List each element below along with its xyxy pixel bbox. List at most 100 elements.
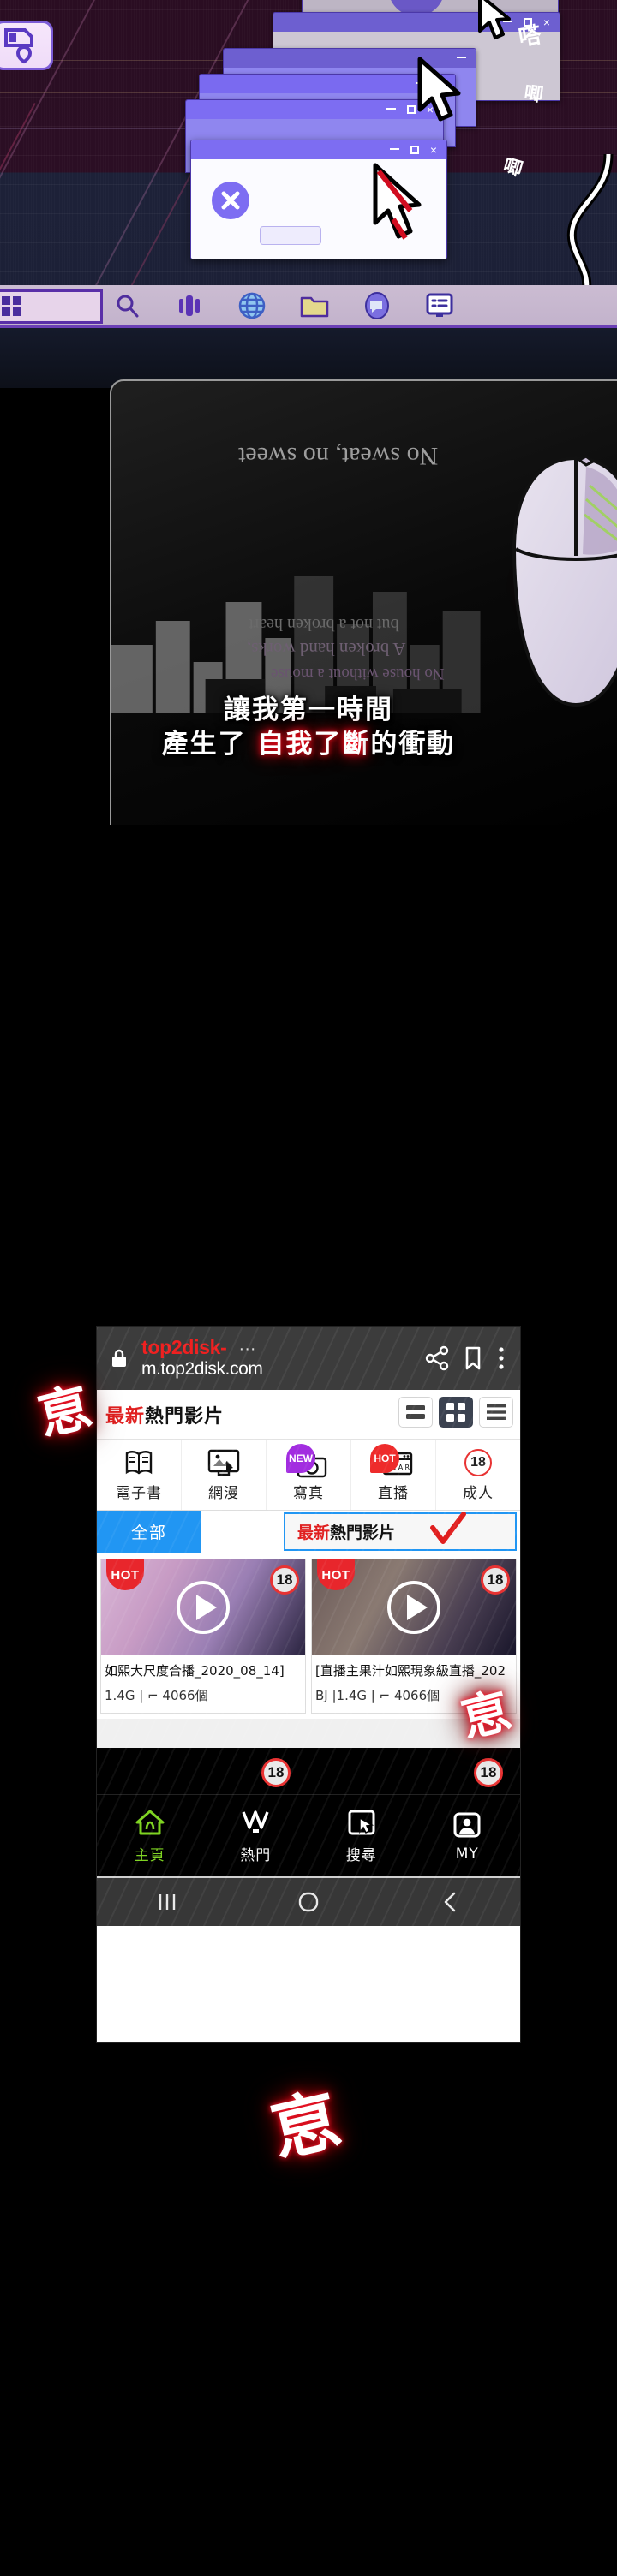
close-icon[interactable]: × [430,144,437,156]
video-card[interactable]: HOT 18 如熙大尺度合播_2020_08_14] 1.4G | ⌐ 4066… [100,1559,306,1714]
new-badge: NEW [286,1444,315,1473]
mouse-cursor-white-2 [416,57,469,128]
bottom-nav-hot[interactable]: 熱門 [203,1795,309,1876]
webtoon-icon [207,1447,240,1478]
chat-icon[interactable] [360,289,394,323]
list-icon[interactable] [422,289,457,323]
page-header: 最新熱門影片 [97,1390,520,1440]
video-thumbnail[interactable]: HOT 18 [101,1559,305,1655]
page-header-title-red: 最新 [105,1404,146,1427]
category-label: 電子書 [116,1485,162,1502]
mouse-cursor-red [371,163,431,247]
hot-badge: HOT [317,1559,355,1590]
rating-18-label: 18 [464,1449,492,1476]
video-thumbnail[interactable]: HOT 18 [312,1559,516,1655]
lock-icon [112,1349,126,1367]
apps-icon[interactable] [172,289,207,323]
overflow-menu-icon[interactable] [496,1345,506,1371]
folder-icon[interactable] [297,289,332,323]
profile-icon [452,1810,482,1840]
error-x-icon [212,182,249,219]
rating-18-badge: 18 [270,1565,299,1595]
category-label: 網漫 [208,1485,239,1502]
bookmark-icon[interactable] [460,1345,486,1371]
floating-rating-badge: 18 [261,1758,291,1787]
menu-view-icon[interactable] [479,1397,513,1428]
page-header-title: 最新熱門影片 [105,1401,224,1428]
recents-icon[interactable] [151,1891,183,1913]
filter-tabs[interactable]: 全部 最新 熱門影片 [97,1511,520,1553]
video-meta: 1.4G | ⌐ 4066個 [105,1688,208,1703]
tab-latest-hot[interactable]: 最新 熱門影片 [284,1512,517,1551]
mousepad-line-1: but not a broken heart [249,615,399,634]
bottom-nav-label: 主頁 [134,1847,165,1864]
maximize-icon[interactable] [406,105,416,114]
bottom-nav-my[interactable]: MY [415,1795,521,1876]
error-dialog-button[interactable] [260,226,321,245]
desktop-panel: × × × × [0,0,617,360]
taskbar[interactable] [0,285,617,338]
bottom-nav-label: MY [455,1845,479,1863]
minimize-icon[interactable] [386,107,396,110]
search-icon[interactable] [110,289,144,323]
bottom-nav-label: 搜尋 [345,1847,377,1864]
maximize-icon[interactable] [410,146,419,154]
caption-line-2-a: 產生了 [161,728,258,760]
hot-badge: HOT [106,1559,144,1590]
play-icon[interactable] [387,1581,440,1634]
view-mode-buttons[interactable] [398,1397,513,1428]
category-label: 直播 [378,1485,409,1502]
tab-latest-hot-rest: 熱門影片 [330,1524,396,1542]
camera-icon: NEW [286,1444,327,1478]
bottom-navigation[interactable]: 主頁 熱門 搜尋 MY [97,1794,520,1876]
category-live[interactable]: HOT ON AIR 直播 [351,1440,436,1510]
tab-all[interactable]: 全部 [97,1511,201,1553]
bookmark-heart-icon [0,21,53,70]
close-icon[interactable]: × [543,16,550,28]
list-view-icon[interactable] [398,1397,433,1428]
sfx-heartbeat-3: 恴 [264,2081,347,2172]
play-icon[interactable] [177,1581,230,1634]
url-text: m.top2disk.com [141,1359,263,1380]
caption-line-1: 讓我第一時間 [224,695,393,725]
floating-rating-badge: 18 [474,1758,503,1787]
bottom-nav-home[interactable]: 主頁 [97,1795,203,1876]
share-icon[interactable] [424,1345,450,1371]
dialogue-caption: 讓我第一時間 產生了 自我了斷的衝動 [0,694,617,761]
sfx-heartbeat-1: 恴 [32,1376,97,1448]
page-header-title-rest: 熱門影片 [145,1404,225,1427]
home-circle-icon[interactable] [292,1891,325,1913]
browser-toolbar[interactable]: top2disk- ··· m.top2disk.com [97,1327,520,1390]
desk-panel: No sweat, no sweet but not a broken hear… [0,328,617,876]
category-photobook[interactable]: NEW 寫真 [267,1440,351,1510]
url-bar[interactable]: top2disk- ··· m.top2disk.com [141,1336,414,1380]
page-title: top2disk- [141,1336,227,1359]
card-grid-spacer [97,1719,520,1748]
taskbar-icons[interactable] [110,289,457,323]
category-ebook[interactable]: 電子書 [97,1440,182,1510]
mousepad-line-3: No house without a mouse [271,665,445,683]
tab-latest-hot-red: 最新 [297,1524,331,1542]
grid-view-icon[interactable] [439,1397,473,1428]
tab-spacer [201,1511,284,1553]
hot-badge: HOT [370,1444,399,1473]
category-webtoon[interactable]: 網漫 [182,1440,267,1510]
android-navigation-bar[interactable] [97,1876,520,1926]
globe-icon[interactable] [235,289,269,323]
error-x-icon [401,0,432,3]
minimize-icon[interactable] [389,147,399,150]
start-button[interactable] [0,289,103,324]
search-cursor-icon [347,1807,376,1838]
category-adult[interactable]: 18 成人 [436,1440,520,1510]
back-icon[interactable] [434,1891,466,1913]
home-icon [135,1807,165,1838]
bottom-nav-search[interactable]: 搜尋 [308,1795,415,1876]
adult-18-icon: 18 [464,1447,492,1478]
hot-v-icon [241,1807,270,1838]
windows-grid-icon [2,296,21,316]
mousepad-title: No sweat, no sweet [238,442,439,470]
category-bar[interactable]: 電子書 網漫 NEW 寫真 HOT ON AIR 直播 18 成人 [97,1440,520,1511]
mouse-cursor-white [476,0,516,45]
category-label: 成人 [463,1485,494,1502]
caption-line-2: 產生了 自我了斷的衝動 [0,728,617,762]
